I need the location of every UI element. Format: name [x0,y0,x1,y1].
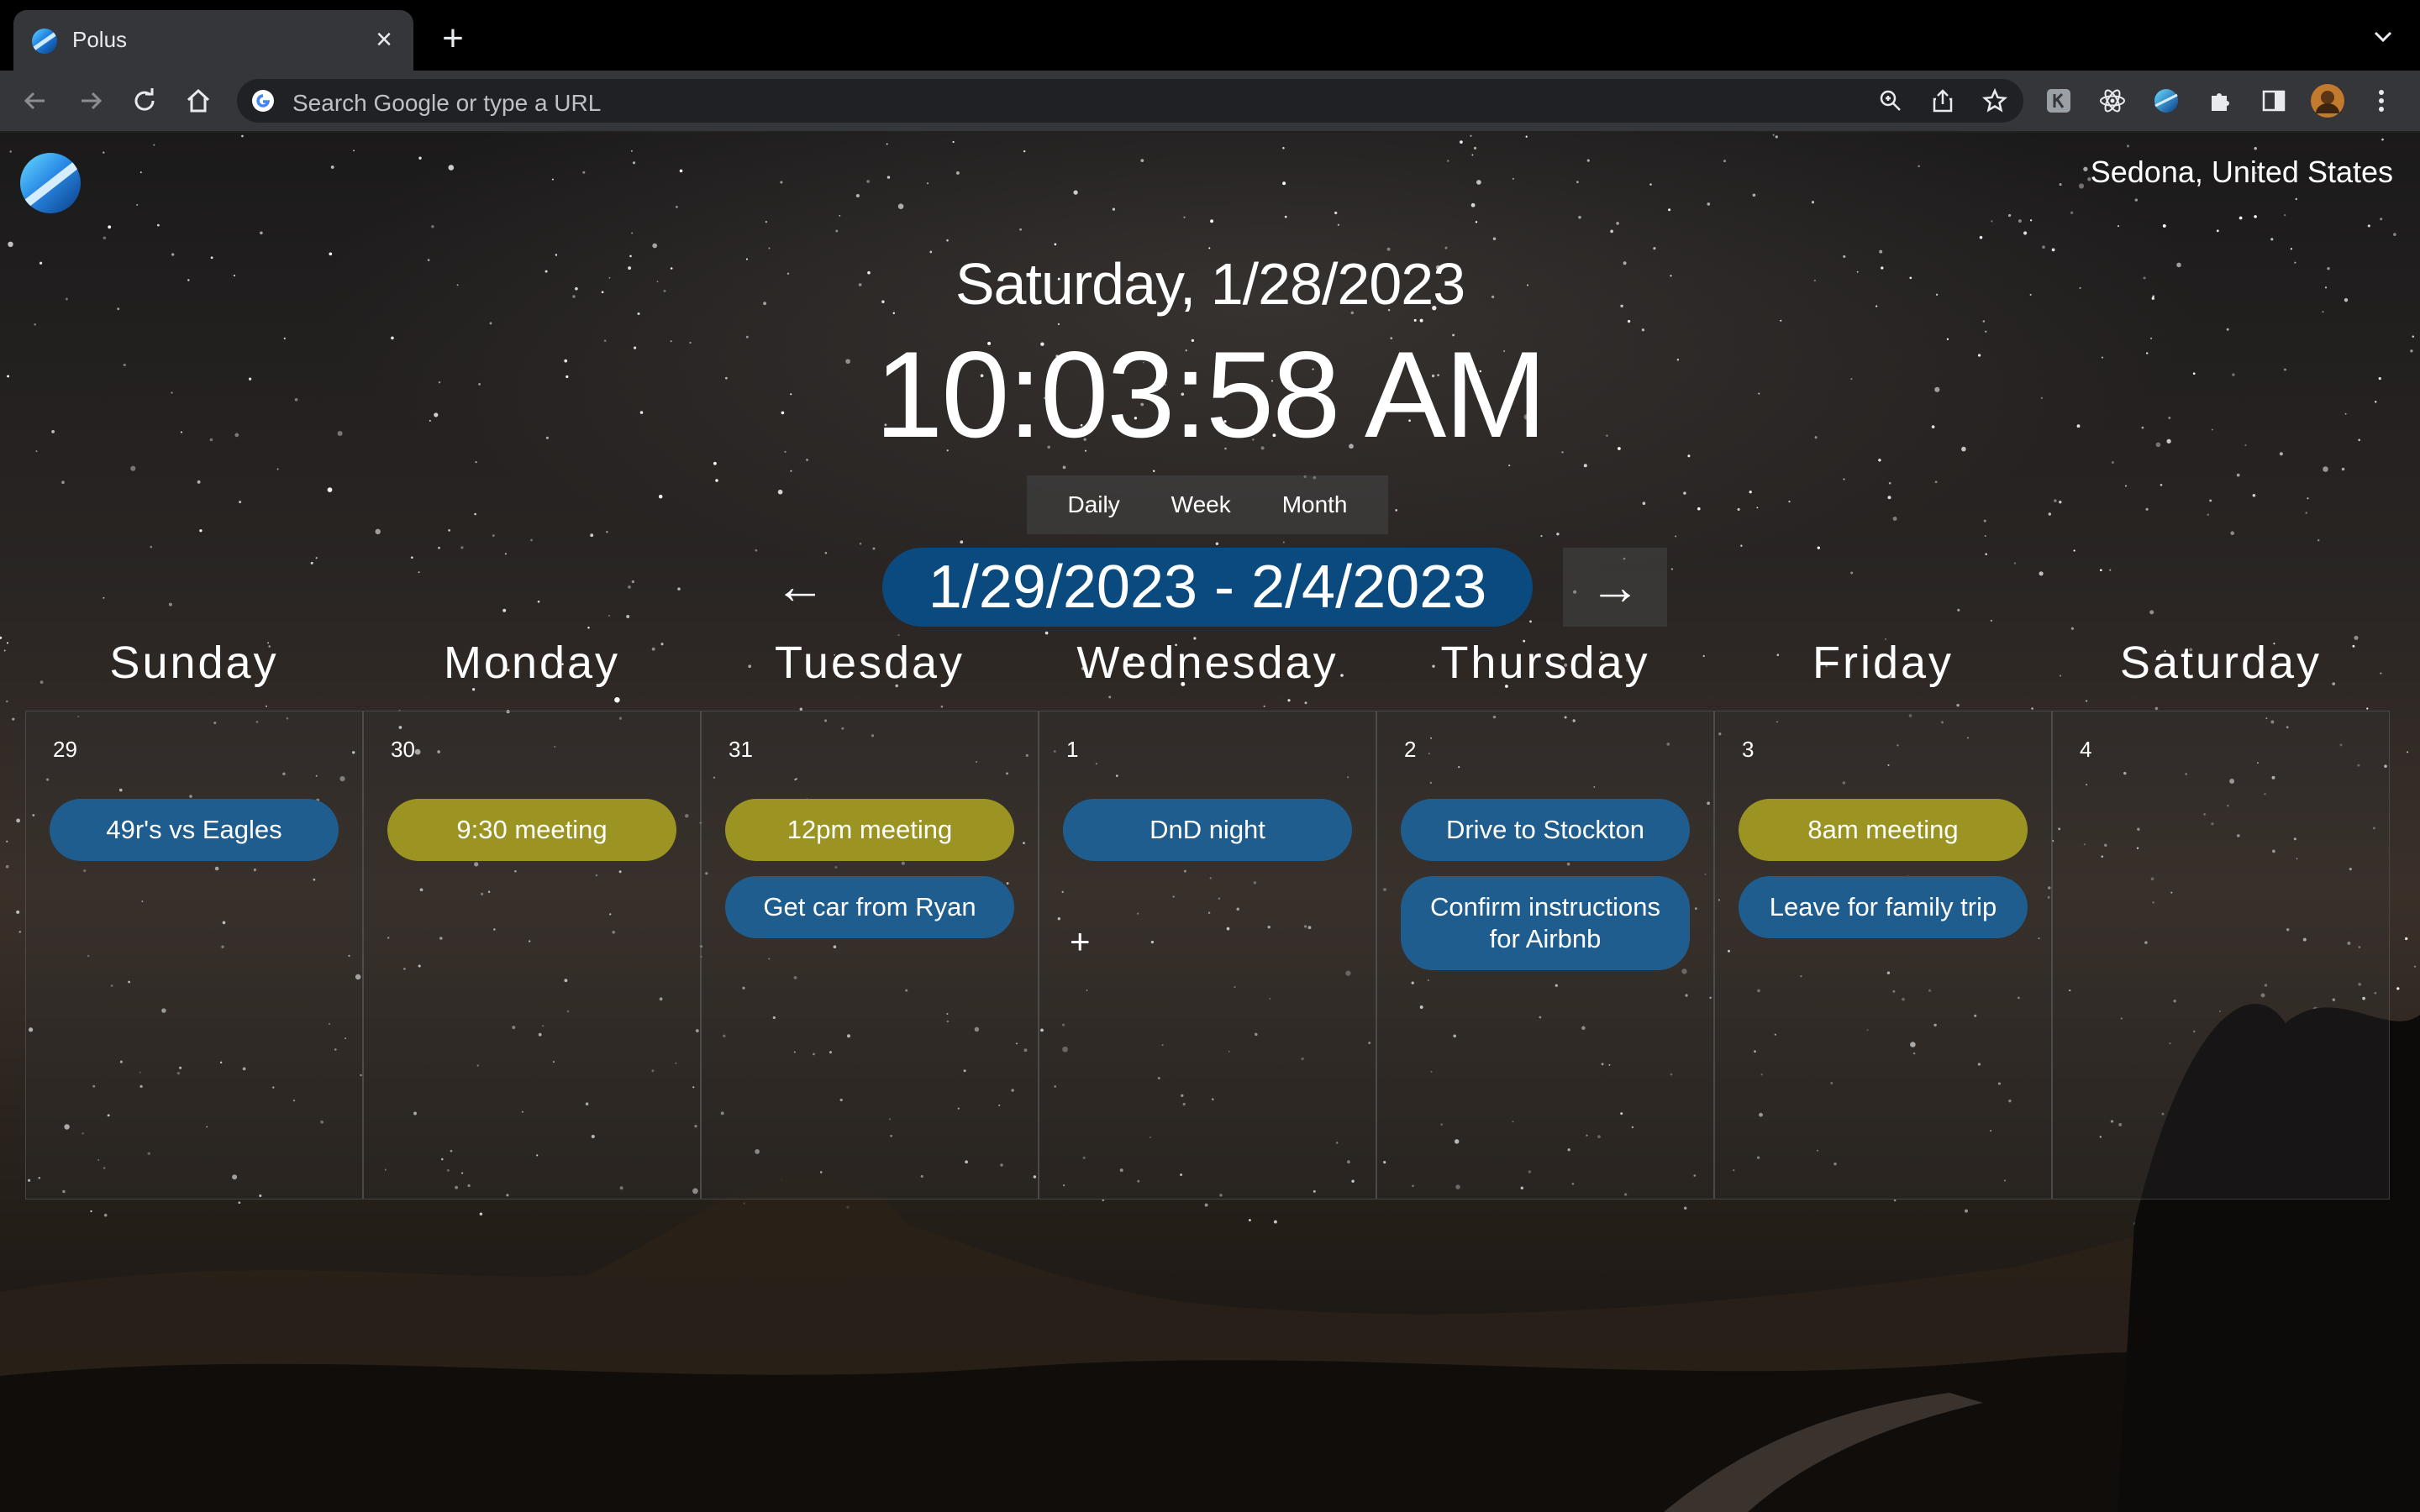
day-number: 31 [729,737,753,762]
share-icon[interactable] [1929,87,1956,114]
week-range-label: 1/29/2023 - 2/4/2023 [882,548,1533,627]
view-switcher: Daily Week Month [1027,475,1388,534]
event-pill[interactable]: 12pm meeting [725,799,1014,861]
home-icon [187,88,210,113]
google-icon [252,90,274,112]
weekday-header-sunday: Sunday [109,638,279,688]
polus-favicon-icon [32,29,57,54]
polus-logo-icon[interactable] [20,153,81,213]
side-panel-icon[interactable] [2255,82,2292,119]
home-button[interactable] [180,82,217,119]
tab-title: Polus [72,27,128,52]
week-calendar-grid: 29 49r's vs Eagles 30 9:30 meeting 31 12pm me… [25,711,2390,1200]
extension-k-icon[interactable] [2040,82,2077,119]
event-pill[interactable]: Leave for family trip [1739,876,2028,938]
location-label: Sedona, United States [2090,155,2393,189]
current-time-clock: 10:03:58 AM [875,326,1547,463]
weekday-header-friday: Friday [1812,638,1954,688]
event-pill[interactable]: Get car from Ryan [725,876,1014,938]
back-button[interactable] [17,82,54,119]
bookmark-star-icon[interactable] [1981,87,2008,114]
day-cell-tuesday[interactable]: 31 12pm meeting Get car from Ryan [702,711,1039,1199]
zoom-icon[interactable] [1877,87,1904,114]
event-list: 12pm meeting Get car from Ryan [725,799,1014,938]
extensions-puzzle-icon[interactable] [2202,82,2238,119]
browser-tab[interactable]: Polus × [13,10,413,71]
profile-avatar[interactable] [2309,82,2346,119]
day-number: 4 [2080,737,2092,762]
reload-icon [134,88,155,111]
event-list: DnD night [1063,799,1352,861]
day-number: 1 [1066,737,1079,762]
weekday-header-row: Sunday Monday Tuesday Wednesday Thursday Frid… [25,637,2390,689]
event-pill[interactable]: 9:30 meeting [387,799,676,861]
forward-arrow-icon [82,92,103,110]
next-week-button[interactable]: → [1563,548,1667,627]
current-date: Saturday, 1/28/2023 [955,251,1465,317]
event-list: 49r's vs Eagles [50,799,339,861]
address-bar-placeholder: Search Google or type a URL [292,90,602,116]
browser-toolbar: Search Google or type a URL [0,71,2420,133]
weekday-header-wednesday: Wednesday [1076,638,1339,688]
day-number: 30 [391,737,415,762]
event-pill[interactable]: 8am meeting [1739,799,2028,861]
polus-extension-icon[interactable] [2148,82,2185,119]
event-pill[interactable]: 49r's vs Eagles [50,799,339,861]
day-number: 3 [1742,737,1754,762]
day-cell-wednesday[interactable]: 1 DnD night + [1039,711,1377,1199]
event-list: 9:30 meeting [387,799,676,861]
day-cell-thursday[interactable]: 2 Drive to Stockton Confirm instructions f… [1377,711,1715,1199]
tab-week[interactable]: Week [1158,485,1244,525]
back-arrow-icon [24,92,45,110]
browser-tabstrip: Polus × + [0,0,2420,71]
weekday-header-tuesday: Tuesday [774,638,965,688]
day-cell-friday[interactable]: 3 8am meeting Leave for family trip [1715,711,2053,1199]
close-tab-icon[interactable]: × [368,24,400,55]
event-list: Drive to Stockton Confirm instructions fo… [1401,799,1690,970]
weekday-header-thursday: Thursday [1440,638,1650,688]
event-pill[interactable]: DnD night [1063,799,1352,861]
day-number: 29 [53,737,77,762]
forward-button[interactable] [72,82,109,119]
day-cell-saturday[interactable]: 4 [2053,711,2389,1199]
reload-button[interactable] [126,82,163,119]
weekday-header-saturday: Saturday [2119,638,2323,688]
tab-daily[interactable]: Daily [1054,485,1133,525]
browser-menu-icon[interactable] [2363,82,2400,119]
add-event-button[interactable]: + [1070,921,1091,962]
event-list: 8am meeting Leave for family trip [1739,799,2028,938]
day-cell-monday[interactable]: 30 9:30 meeting [364,711,702,1199]
tab-search-chevron-icon[interactable] [2370,24,2396,50]
tab-month[interactable]: Month [1269,485,1361,525]
event-pill[interactable]: Drive to Stockton [1401,799,1690,861]
address-bar[interactable]: Search Google or type a URL [237,79,2023,123]
react-devtools-icon[interactable] [2094,82,2131,119]
new-tab-button[interactable]: + [435,20,471,57]
weekday-header-monday: Monday [443,638,621,688]
previous-week-button[interactable]: ← [763,553,837,620]
event-pill[interactable]: Confirm instructions for Airbnb [1401,876,1690,970]
day-cell-sunday[interactable]: 29 49r's vs Eagles [26,711,364,1199]
polus-new-tab-page: Sedona, United States Saturday, 1/28/202… [0,133,2420,1512]
day-number: 2 [1404,737,1417,762]
